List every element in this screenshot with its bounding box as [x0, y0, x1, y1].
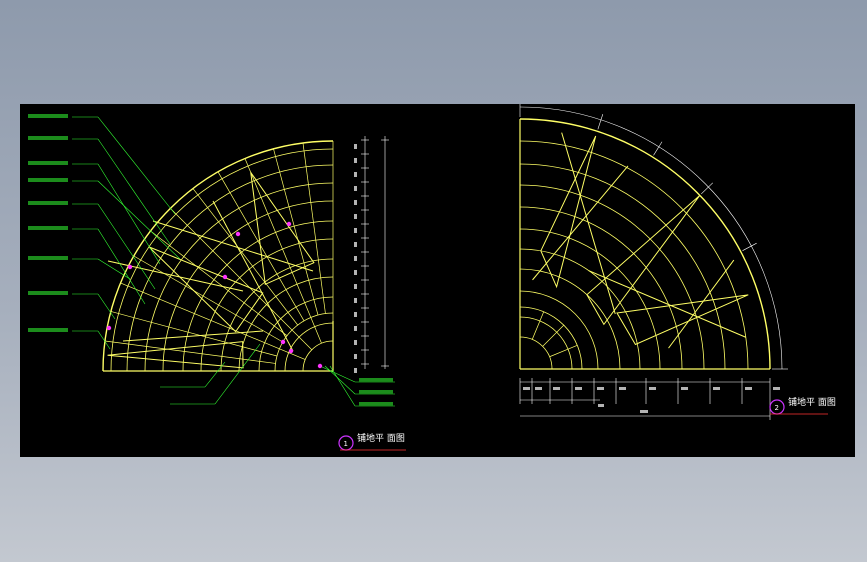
plan2-dim-tag — [535, 387, 542, 390]
plan1-dim-tag — [354, 186, 357, 191]
drawing-title-2: 2 铺地平 面图 — [769, 396, 836, 415]
plan1-leader — [97, 228, 146, 305]
plan1-leader-tag — [359, 402, 393, 406]
plan1-dim-tag — [354, 354, 357, 359]
plan1-radial — [170, 208, 293, 331]
plan1-marker — [127, 264, 133, 270]
plan1-radial — [120, 282, 280, 350]
plan2-inner-radial — [531, 311, 545, 340]
plan2-star-ray — [540, 135, 597, 289]
plan1-radial — [273, 148, 319, 316]
plan2-dim-tag — [745, 387, 752, 390]
title-1-text: 铺地平 面图 — [357, 432, 405, 444]
plan1-marker — [106, 325, 112, 331]
plan2-dim-tag — [523, 387, 530, 390]
plan1-leader-tag — [28, 328, 68, 332]
plan2-dim-tag — [553, 387, 560, 390]
plan1-leader-tag — [28, 161, 68, 165]
plan2-dim-tick — [701, 182, 713, 195]
plan1-leader-right — [319, 365, 356, 383]
cad-drawing-area: 1 铺地平 面图 2 铺地平 面图 — [20, 104, 855, 457]
plan1-dim-tag — [354, 256, 357, 261]
plan2-dim-tag — [773, 387, 780, 390]
plan1-marker — [286, 221, 292, 227]
plan1-dim-tag — [354, 270, 357, 275]
plan1-leader-tag — [28, 291, 68, 295]
title-2-number: 2 — [775, 404, 779, 412]
plan1-star-line — [152, 220, 314, 272]
plan1-leader-tag — [359, 378, 393, 382]
plan1-star-ray — [250, 172, 315, 286]
plan1-leader-tag — [28, 226, 68, 230]
plan1-dim-tag — [354, 158, 357, 163]
plan1-dim-tag — [354, 172, 357, 177]
plan2-dim-tag — [575, 387, 582, 390]
plan1-dim-tag — [354, 326, 357, 331]
plan2-dim-tag — [597, 387, 604, 390]
plan1-inner-radial — [291, 329, 313, 351]
plan1-dim-tag — [354, 228, 357, 233]
plan1-dim-tag — [354, 312, 357, 317]
plan1-radial — [104, 340, 276, 364]
plan2-dim-tag — [598, 404, 604, 407]
plan2-dim-tag — [619, 387, 626, 390]
plan1-radial — [244, 158, 312, 318]
plan1-leader-bottom — [214, 343, 261, 405]
plan1-dim-tag — [354, 200, 357, 205]
plan1-marker — [235, 231, 241, 237]
plan1-dim-tag — [354, 144, 357, 149]
paving-plan-2 — [519, 104, 788, 420]
plan1-leader-tag — [28, 136, 68, 140]
paving-plan-1 — [28, 114, 395, 407]
plan1-dim-tag — [354, 368, 357, 373]
plan1-leader-tag — [28, 178, 68, 182]
plan1-dim-tag — [354, 340, 357, 345]
plan1-leader-tag — [28, 256, 68, 260]
plan1-leader-tag — [28, 201, 68, 205]
plan1-leader — [97, 203, 156, 290]
plan1-marker — [317, 363, 323, 369]
plan1-leader-tag — [359, 390, 393, 394]
plan1-dim-tag — [354, 214, 357, 219]
plan2-star-line — [532, 165, 629, 281]
title-2-text: 铺地平 面图 — [788, 396, 836, 408]
plan1-star-line — [122, 330, 264, 342]
plan2-dim-tick — [597, 114, 604, 130]
plan2-dim-tag — [713, 387, 720, 390]
plan1-radial — [302, 142, 326, 314]
drawing-title-1: 1 铺地平 面图 — [338, 432, 406, 451]
plan1-radial — [110, 311, 278, 357]
plan2-ring — [519, 248, 641, 370]
plan2-inner-radial — [542, 324, 565, 347]
plan1-marker — [288, 348, 294, 354]
plan1-leader-right — [329, 365, 356, 407]
plan1-marker — [222, 274, 228, 280]
plan1-leader — [97, 116, 176, 215]
title-1-number: 1 — [344, 440, 348, 448]
plan2-star-line — [561, 132, 616, 315]
plan2-dim-tag — [649, 387, 656, 390]
plan2-dim-tag — [640, 410, 648, 413]
plan1-leader-bottom — [204, 361, 226, 388]
plan2-dim-tag — [681, 387, 688, 390]
plan1-marker — [280, 339, 286, 345]
plan2-dim-tick — [653, 141, 663, 156]
plan2-star-ray — [616, 294, 749, 346]
plan1-dim-tag — [354, 284, 357, 289]
plan2-star-ray — [586, 194, 701, 326]
plan2-inner-radial — [549, 344, 578, 358]
plan1-dim-tag — [354, 242, 357, 247]
plan1-radial — [133, 255, 283, 343]
plan1-radial — [217, 171, 305, 321]
plan1-inner-radial — [310, 317, 322, 344]
plan1-dim-tag — [354, 298, 357, 303]
plan1-leader-tag — [28, 114, 68, 118]
plan1-leader — [97, 163, 161, 265]
plan2-dim-tick — [742, 242, 757, 251]
plan1-star-ray — [148, 246, 264, 333]
